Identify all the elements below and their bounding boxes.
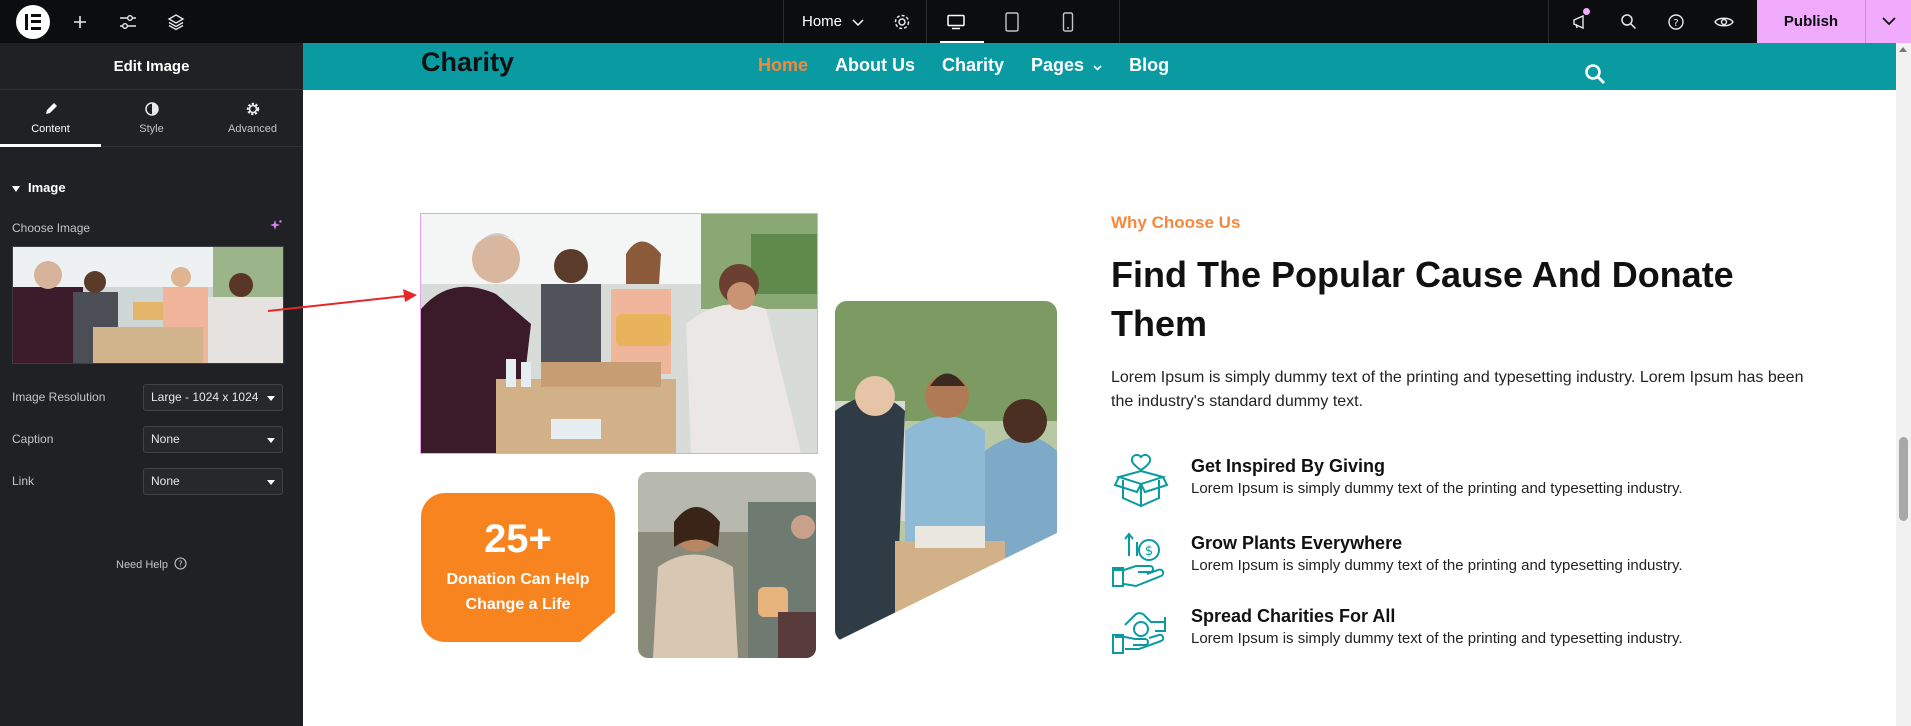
menu-item-charity[interactable]: Charity [942,55,1004,76]
caret-down-icon [267,432,275,446]
svg-text:$: $ [1145,544,1153,559]
search-icon[interactable] [1604,0,1652,43]
image-resolution-value: Large - 1024 x 1024 [151,390,259,404]
volunteers-side-image[interactable] [835,301,1057,642]
tab-style[interactable]: Style [101,90,202,146]
image-resolution-select[interactable]: Large - 1024 x 1024 [143,383,283,411]
feature-item: $ Grow Plants Everywhere Lorem Ipsum is … [1111,530,1811,592]
canvas-scrollbar[interactable] [1896,43,1911,726]
tablet-icon[interactable] [984,0,1040,43]
stat-text-1: Donation Can Help [446,571,590,588]
help-icon: ? [174,557,187,573]
chevron-down-icon [1093,55,1102,76]
eye-icon[interactable] [1700,0,1748,43]
donation-stat-card: 25+ Donation Can Help Change a Life [421,493,615,642]
feature-item: Spread Charities For All Lorem Ipsum is … [1111,603,1811,665]
selected-element-outline [420,213,818,454]
scroll-up-arrow-icon[interactable] [1899,47,1907,52]
sliders-icon[interactable] [104,0,152,43]
caption-label: Caption [12,432,54,446]
ai-sparkle-icon[interactable] [269,219,283,236]
section-eyebrow: Why Choose Us [1111,213,1241,232]
panel-title: Edit Image [0,43,303,90]
caption-field: Caption None [12,418,283,460]
search-icon[interactable] [1584,63,1606,89]
feature-desc: Lorem Ipsum is simply dummy text of the … [1191,630,1683,647]
stat-text-2: Change a Life [465,596,571,613]
caret-down-icon [267,474,275,488]
feature-title: Get Inspired By Giving [1191,456,1386,476]
page-selector-label: Home [802,13,843,30]
section-heading: Find The Popular Cause And Donate Them [1111,254,1734,344]
chevron-down-icon [852,12,864,31]
need-help-label: Need Help [116,559,168,571]
caption-select[interactable]: None [143,425,283,453]
feature-desc: Lorem Ipsum is simply dummy text of the … [1191,557,1683,574]
menu-item-home[interactable]: Home [758,55,808,76]
hand-giving-icon [1111,603,1171,663]
section-paragraph: Lorem Ipsum is simply dummy text of the … [1111,369,1804,410]
tab-content[interactable]: Content [0,90,101,147]
notification-dot [1583,8,1590,15]
site-header: Charity Home About Us Charity Pages Blog [303,43,1896,90]
link-value: None [151,474,180,488]
menu-item-pages-label: Pages [1031,55,1085,75]
link-label: Link [12,474,35,488]
preview-canvas: Charity Home About Us Charity Pages Blog [303,43,1896,726]
page-settings-gear-icon[interactable] [877,0,927,43]
section-title: Image [28,180,66,195]
menu-item-about-us[interactable]: About Us [835,55,915,76]
site-brand[interactable]: Charity [421,47,514,78]
volunteer-woman-image[interactable] [638,472,816,658]
feature-item: Get Inspired By Giving Lorem Ipsum is si… [1111,453,1811,515]
scrollbar-thumb[interactable] [1899,437,1908,521]
need-help-link[interactable]: Need Help ? [0,557,303,573]
stat-number: 25+ [484,517,552,561]
svg-text:?: ? [1673,18,1678,29]
panel-tabs: Content Style Advanced [0,90,303,147]
caption-value: None [151,432,180,446]
image-resolution-field: Image Resolution Large - 1024 x 1024 [12,376,283,418]
pencil-icon [44,102,58,119]
caret-down-icon [12,180,20,195]
editor-panel: Edit Image Content Style Advanced Image … [0,43,303,726]
site-menu: Home About Us Charity Pages Blog [758,55,1169,76]
publish-options-chevron-icon[interactable] [1865,0,1911,43]
help-icon[interactable]: ? [1652,0,1700,43]
feature-desc: Lorem Ipsum is simply dummy text of the … [1191,480,1683,497]
layers-icon[interactable] [152,0,200,43]
feature-title: Spread Charities For All [1191,606,1396,626]
image-thumbnail[interactable] [12,246,284,364]
coin-hand-icon: $ [1111,530,1171,590]
choose-image-label: Choose Image [12,220,91,235]
desktop-icon[interactable] [928,0,984,43]
publish-button[interactable]: Publish [1757,0,1865,43]
plus-icon[interactable] [56,0,104,43]
editor-topbar: Home ? Publish [0,0,1911,43]
tab-content-label: Content [31,122,70,135]
feature-title: Grow Plants Everywhere [1191,533,1403,553]
device-switcher [928,0,1120,43]
mobile-icon[interactable] [1040,0,1096,43]
topbar-left-group [0,0,200,43]
gear-icon [246,102,260,119]
tab-style-label: Style [139,122,164,135]
tab-advanced-label: Advanced [228,122,277,135]
gift-box-heart-icon [1111,453,1171,513]
image-resolution-label: Image Resolution [12,390,106,404]
elementor-logo-icon[interactable] [16,4,50,39]
menu-item-blog[interactable]: Blog [1129,55,1169,76]
topbar-right-group: ? Publish [1548,0,1911,43]
link-field: Link None [12,460,283,502]
svg-text:?: ? [178,560,182,569]
menu-item-pages[interactable]: Pages [1031,55,1102,76]
contrast-icon [144,101,159,119]
tab-advanced[interactable]: Advanced [202,90,303,146]
link-select[interactable]: None [143,467,283,495]
image-section-toggle[interactable]: Image [12,180,303,195]
caret-down-icon [267,390,275,404]
choose-image-row: Choose Image [12,219,283,236]
megaphone-icon[interactable] [1556,0,1604,43]
